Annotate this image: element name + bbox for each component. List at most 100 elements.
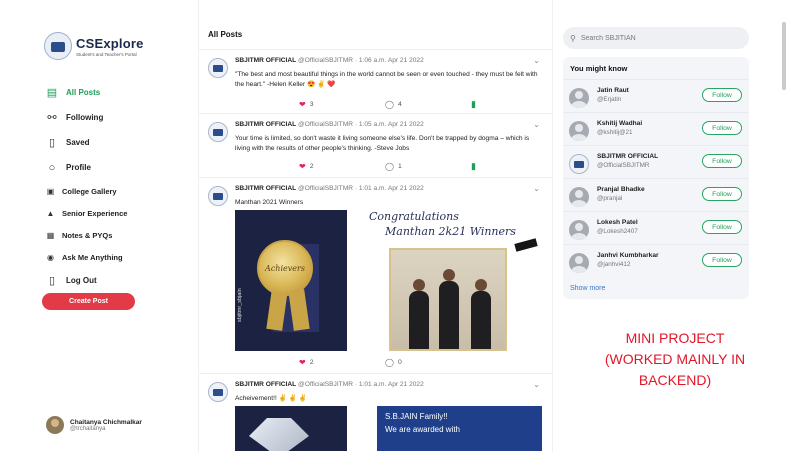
create-post-button[interactable]: Create Post <box>42 293 135 310</box>
avatar[interactable] <box>569 220 589 240</box>
follow-button[interactable]: Follow <box>702 220 742 234</box>
avatar[interactable] <box>208 382 228 402</box>
nav-label: Saved <box>66 138 90 147</box>
post-separator: · <box>354 57 358 64</box>
brand[interactable]: CSExplore Student's and Teacher's Portal <box>44 32 144 60</box>
annotation-line: (WORKED MAINLY IN <box>604 351 746 367</box>
bookmark-icon: ▯ <box>48 137 56 149</box>
post-separator: · <box>354 121 358 128</box>
suggestion-name[interactable]: Jatin Raut <box>597 87 629 94</box>
post-separator: · <box>354 381 358 388</box>
achievers-poster: Achievers sbjitmr_sbjain <box>235 210 347 351</box>
nav-label: Senior Experience <box>62 208 128 218</box>
achievers-seal: Achievers <box>257 240 313 296</box>
follow-button[interactable]: Follow <box>702 154 742 168</box>
search-bar[interactable]: ⚲ <box>563 27 749 49</box>
suggestion-row[interactable]: Lokesh Patel @Lokesh2407 Follow <box>563 211 749 244</box>
post-author-name[interactable]: SBJITMR OFFICIAL <box>235 121 296 128</box>
post-timestamp: 1:01 a.m. Apr 21 2022 <box>358 381 424 388</box>
chat-icon: ◉ <box>47 252 54 262</box>
avatar[interactable] <box>208 122 228 142</box>
post-author-handle: @OfficialSBJITMR <box>298 121 353 128</box>
post-author-handle: @OfficialSBJITMR <box>298 57 353 64</box>
post-actions: ❤ 2 ◯ 1 ▮ <box>299 161 499 172</box>
suggestion-name[interactable]: Pranjal Bhadke <box>597 186 645 193</box>
follow-button[interactable]: Follow <box>702 253 742 267</box>
post-author-name[interactable]: SBJITMR OFFICIAL <box>235 185 296 192</box>
follow-button[interactable]: Follow <box>702 187 742 201</box>
suggestion-row[interactable]: Kshitij Wadhai @kshitij@21 Follow <box>563 112 749 145</box>
graduation-cap-icon <box>514 238 538 252</box>
search-input[interactable] <box>580 34 731 42</box>
avatar[interactable] <box>569 154 589 174</box>
follow-button[interactable]: Follow <box>702 121 742 135</box>
post[interactable]: SBJITMR OFFICIAL @OfficialSBJITMR · 1:01… <box>199 178 552 374</box>
show-more-link[interactable]: Show more <box>570 285 605 292</box>
post[interactable]: SBJITMR OFFICIAL @OfficialSBJITMR · 1:01… <box>199 374 552 452</box>
nav-label: Ask Me Anything <box>62 252 123 262</box>
seal-text: Achievers <box>265 263 305 273</box>
post-image[interactable]: S.B.JAIN Family!! We are awarded with <box>235 406 542 451</box>
poster-subheadline: Manthan 2k21 Winners <box>385 225 516 238</box>
follow-button[interactable]: Follow <box>702 88 742 102</box>
chevron-down-icon[interactable]: ⌄ <box>533 56 540 65</box>
post-author-name[interactable]: SBJITMR OFFICIAL <box>235 57 296 64</box>
post-image[interactable]: Achievers sbjitmr_sbjain Congratulations… <box>235 210 542 351</box>
avatar[interactable] <box>208 186 228 206</box>
post-header: SBJITMR OFFICIAL @OfficialSBJITMR · 1:01… <box>235 185 538 192</box>
like-button[interactable]: ❤ 2 <box>299 358 385 367</box>
suggestion-name[interactable]: Kshitij Wadhai <box>597 120 642 127</box>
save-button[interactable]: ▮ <box>471 161 480 172</box>
main-nav: ▤ All Posts ⚯ Following ▯ Saved ○ Profil… <box>46 80 128 293</box>
post-text: "The best and most beautiful things in t… <box>235 71 538 88</box>
current-user[interactable]: Chaitanya Chichmalkar @trchaitanya <box>46 416 142 434</box>
suggestion-row[interactable]: SBJITMR OFFICIAL @OfficialSBJITMR Follow <box>563 145 749 178</box>
avatar[interactable] <box>569 187 589 207</box>
banner-text: S.B.JAIN Family!! <box>385 412 448 421</box>
post-actions: ❤ 2 ◯ 0 <box>299 358 499 367</box>
suggestion-row[interactable]: Jatin Raut @Erjatin Follow <box>563 79 749 112</box>
post-author-name[interactable]: SBJITMR OFFICIAL <box>235 381 296 388</box>
chevron-down-icon[interactable]: ⌄ <box>533 380 540 389</box>
like-count: 2 <box>309 163 314 170</box>
nav-label: Following <box>66 113 104 122</box>
chevron-down-icon[interactable]: ⌄ <box>533 184 540 193</box>
suggestion-name[interactable]: SBJITMR OFFICIAL <box>597 153 658 160</box>
post[interactable]: SBJITMR OFFICIAL @OfficialSBJITMR · 1:05… <box>199 114 552 178</box>
post-header: SBJITMR OFFICIAL @OfficialSBJITMR · 1:05… <box>235 121 538 128</box>
person-icon: ○ <box>48 161 56 174</box>
avatar[interactable] <box>208 58 228 78</box>
suggestion-name[interactable]: Lokesh Patel <box>597 219 638 226</box>
avatar[interactable] <box>569 88 589 108</box>
nav-item-all-posts[interactable]: ▤ All Posts <box>46 80 127 105</box>
avatar[interactable] <box>569 253 589 273</box>
award-poster <box>235 406 347 451</box>
nav-item-log-out[interactable]: ▯ Log Out <box>46 268 127 293</box>
suggestion-name[interactable]: Janhvi Kumbharkar <box>597 252 659 259</box>
nav-item-saved[interactable]: ▯ Saved <box>46 130 127 155</box>
nav-item-notes-pyqs[interactable]: ▦ Notes & PYQs <box>46 224 127 246</box>
comment-button[interactable]: ◯ 1 <box>385 162 471 171</box>
scrollbar[interactable] <box>782 22 786 90</box>
like-button[interactable]: ❤ 3 <box>299 100 385 109</box>
post[interactable]: SBJITMR OFFICIAL @OfficialSBJITMR · 1:06… <box>199 50 552 114</box>
nav-item-senior-experience[interactable]: ▲ Senior Experience <box>46 202 128 224</box>
chevron-down-icon[interactable]: ⌄ <box>533 120 540 129</box>
graduation-cap-icon: ▲ <box>46 208 55 218</box>
comment-button[interactable]: ◯ 4 <box>385 100 471 109</box>
save-button[interactable]: ▮ <box>471 99 480 110</box>
current-user-handle: @trchaitanya <box>70 425 106 432</box>
nav-item-ask-me-anything[interactable]: ◉ Ask Me Anything <box>46 246 127 268</box>
nav-item-following[interactable]: ⚯ Following <box>46 105 127 130</box>
suggestion-row[interactable]: Janhvi Kumbharkar @janhvi412 Follow <box>563 244 749 277</box>
comment-button[interactable]: ◯ 0 <box>385 358 471 367</box>
like-button[interactable]: ❤ 2 <box>299 162 385 171</box>
nav-item-profile[interactable]: ○ Profile <box>46 155 127 180</box>
avatar[interactable] <box>569 121 589 141</box>
left-sidebar: CSExplore Student's and Teacher's Portal… <box>0 0 198 452</box>
suggestion-handle: @janhvi412 <box>597 261 631 268</box>
nav-item-college-gallery[interactable]: ▣ College Gallery <box>46 180 127 202</box>
heart-icon: ❤ <box>299 162 306 171</box>
suggestion-row[interactable]: Pranjal Bhadke @pranjal Follow <box>563 178 749 211</box>
nav-label: College Gallery <box>62 186 117 196</box>
